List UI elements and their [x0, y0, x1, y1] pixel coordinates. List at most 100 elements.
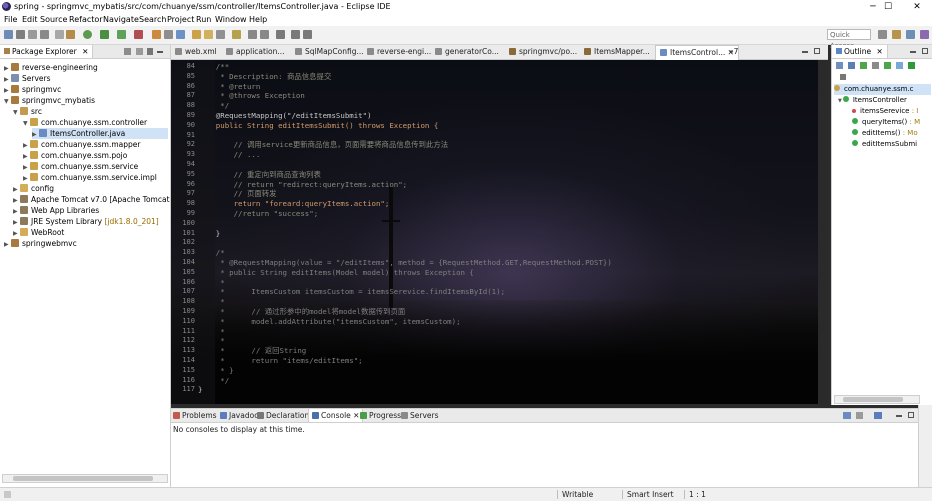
scroll-thumb[interactable]	[13, 476, 153, 481]
collapse-icon[interactable]: ▼	[838, 98, 842, 104]
tree-item-reverse-engineering[interactable]: ▶ reverse-engineering	[4, 62, 98, 73]
maximize-button[interactable]: ☐	[873, 0, 903, 14]
menu-source[interactable]: Source	[40, 14, 67, 26]
open-console-icon[interactable]	[874, 412, 882, 419]
last-edit-icon[interactable]	[276, 30, 285, 39]
maximize-view-icon[interactable]	[908, 412, 914, 418]
editor-vertical-scrollbar[interactable]	[818, 60, 828, 404]
minimize-editor-icon[interactable]	[802, 51, 808, 53]
tab-web-xml[interactable]: web.xml	[175, 46, 217, 58]
run-last-icon[interactable]	[100, 30, 109, 39]
tab-javadoc[interactable]: Javadoc	[220, 409, 258, 422]
open-perspective-icon[interactable]	[878, 30, 887, 39]
tree-item-springmvc[interactable]: ▶ springmvc	[4, 84, 61, 95]
tab-sqlmapconfig[interactable]: SqlMapConfig...	[295, 46, 364, 58]
code-editor[interactable]: 84 85 86 87 88 89 90 91 92 93 94 95 96 97 98 99 100 101 10…	[171, 60, 828, 404]
outline-item-package[interactable]: com.chuanye.ssm.c	[834, 84, 931, 95]
outline-item-queryitems[interactable]: queryItems() : M	[852, 117, 931, 128]
menu-edit[interactable]: Edit	[22, 14, 38, 26]
close-button[interactable]: ✕	[902, 0, 932, 14]
tab-declaration[interactable]: Declaration	[257, 409, 309, 422]
hide-static-icon[interactable]	[872, 62, 879, 69]
link-editor-icon[interactable]	[136, 48, 143, 55]
tree-item-springmvc-mybatis[interactable]: ▼ springmvc_mybatis	[4, 95, 95, 106]
sort-icon[interactable]	[848, 62, 855, 69]
open-resource-icon[interactable]	[204, 30, 213, 39]
menu-navigate[interactable]: Navigate	[103, 14, 139, 26]
scroll-thumb[interactable]	[843, 397, 903, 402]
coverage-icon[interactable]	[117, 30, 126, 39]
print-icon[interactable]	[40, 30, 49, 39]
tree-item-webroot[interactable]: ▶ WebRoot	[13, 227, 64, 238]
maximize-editor-icon[interactable]	[814, 48, 820, 54]
tab-reverse-engi[interactable]: reverse-engi...	[367, 46, 431, 58]
minimize-view-icon[interactable]	[157, 51, 163, 53]
outline-item-itemsserevice[interactable]: itemsSerevice : I	[852, 106, 931, 117]
tab-springmvc-po[interactable]: springmvc/po...	[509, 46, 577, 58]
tab-itemscontroller[interactable]: ItemsControl... ✕	[655, 45, 739, 60]
tree-item-springwebmvc[interactable]: ▶ springwebmvc	[4, 238, 77, 249]
expand-icon[interactable]: ▶	[4, 239, 11, 250]
tree-item-itemscontroller[interactable]: ▶ ItemsController.java	[32, 128, 168, 139]
menu-window[interactable]: Window	[215, 14, 247, 26]
forward-icon[interactable]	[303, 30, 312, 39]
tab-outline[interactable]: Outline ✕	[832, 45, 888, 58]
tab-progress[interactable]: Progress	[360, 409, 401, 422]
tab-servers[interactable]: Servers	[401, 409, 439, 422]
tab-problems[interactable]: Problems	[173, 409, 217, 422]
external-tools-icon[interactable]	[134, 30, 143, 39]
save-all-icon[interactable]	[28, 30, 37, 39]
tab-itemsmapper[interactable]: ItemsMapper...	[584, 46, 650, 58]
tree-item-tomcat-library[interactable]: ▶ Apache Tomcat v7.0 [Apache Tomcat v7.0	[13, 194, 188, 205]
debug-icon[interactable]	[66, 30, 75, 39]
minimize-view-icon[interactable]	[910, 51, 916, 53]
close-icon[interactable]: ✕	[877, 47, 883, 56]
new-class-icon[interactable]	[176, 30, 185, 39]
outline-hscroll[interactable]	[834, 395, 920, 404]
tree-item-service-impl-package[interactable]: ▶ com.chuanye.ssm.service.impl	[23, 172, 157, 183]
run-icon[interactable]	[83, 30, 92, 39]
menu-refactor[interactable]: Refactor	[69, 14, 103, 26]
java-ee-perspective-icon[interactable]	[892, 30, 901, 39]
package-explorer-hscroll[interactable]	[2, 474, 168, 483]
tab-package-explorer[interactable]: Package Explorer ✕	[0, 45, 94, 58]
close-icon[interactable]: ✕	[82, 47, 88, 56]
tree-item-web-app-libraries[interactable]: ▶ Web App Libraries	[13, 205, 99, 216]
outline-item-class[interactable]: ▼ ItemsController	[838, 95, 931, 106]
menu-file[interactable]: File	[4, 14, 17, 26]
minimize-view-icon[interactable]	[896, 415, 902, 417]
hide-fields-icon[interactable]	[860, 62, 867, 69]
outline-item-edititemssubmit[interactable]: editItemsSubmi	[852, 139, 931, 150]
collapse-all-icon[interactable]	[124, 48, 131, 55]
menu-run[interactable]: Run	[196, 14, 211, 26]
collapse-all-icon[interactable]	[836, 62, 843, 69]
new-icon[interactable]	[4, 30, 13, 39]
tree-item-pojo-package[interactable]: ▶ com.chuanye.ssm.pojo	[23, 150, 127, 161]
menu-search[interactable]: Search	[139, 14, 166, 26]
collapse-icon[interactable]: ▼	[4, 96, 11, 107]
menu-help[interactable]: Help	[249, 14, 267, 26]
outline-item-edititems[interactable]: editItems() : Mo	[852, 128, 931, 139]
tree-item-src[interactable]: ▼ src	[13, 106, 42, 117]
save-icon[interactable]	[16, 30, 25, 39]
new-java-project-icon[interactable]	[152, 30, 161, 39]
tab-generatorconfig[interactable]: generatorCo...	[435, 46, 499, 58]
pin-console-icon[interactable]	[856, 412, 863, 419]
quick-access-input[interactable]: Quick Access	[827, 29, 871, 50]
tree-item-controller-package[interactable]: ▼ com.chuanye.ssm.controller	[23, 117, 147, 128]
tree-item-mapper-package[interactable]: ▶ com.chuanye.ssm.mapper	[23, 139, 140, 150]
annotation-icon[interactable]	[232, 30, 241, 39]
tree-item-servers[interactable]: ▶ Servers	[4, 73, 51, 84]
open-type-icon[interactable]	[192, 30, 201, 39]
tree-item-service-package[interactable]: ▶ com.chuanye.ssm.service	[23, 161, 138, 172]
tree-item-config[interactable]: ▶ config	[13, 183, 54, 194]
maximize-view-icon[interactable]	[922, 48, 928, 54]
focus-icon[interactable]	[908, 62, 915, 69]
tab-overflow[interactable]: »7	[729, 46, 738, 58]
back-icon[interactable]	[291, 30, 300, 39]
next-annotation-icon[interactable]	[248, 30, 257, 39]
view-menu-icon[interactable]	[147, 48, 153, 55]
prev-annotation-icon[interactable]	[260, 30, 269, 39]
menu-project[interactable]: Project	[167, 14, 194, 26]
tree-item-jre-library[interactable]: ▶ JRE System Library [jdk1.8.0_201]	[13, 216, 159, 227]
